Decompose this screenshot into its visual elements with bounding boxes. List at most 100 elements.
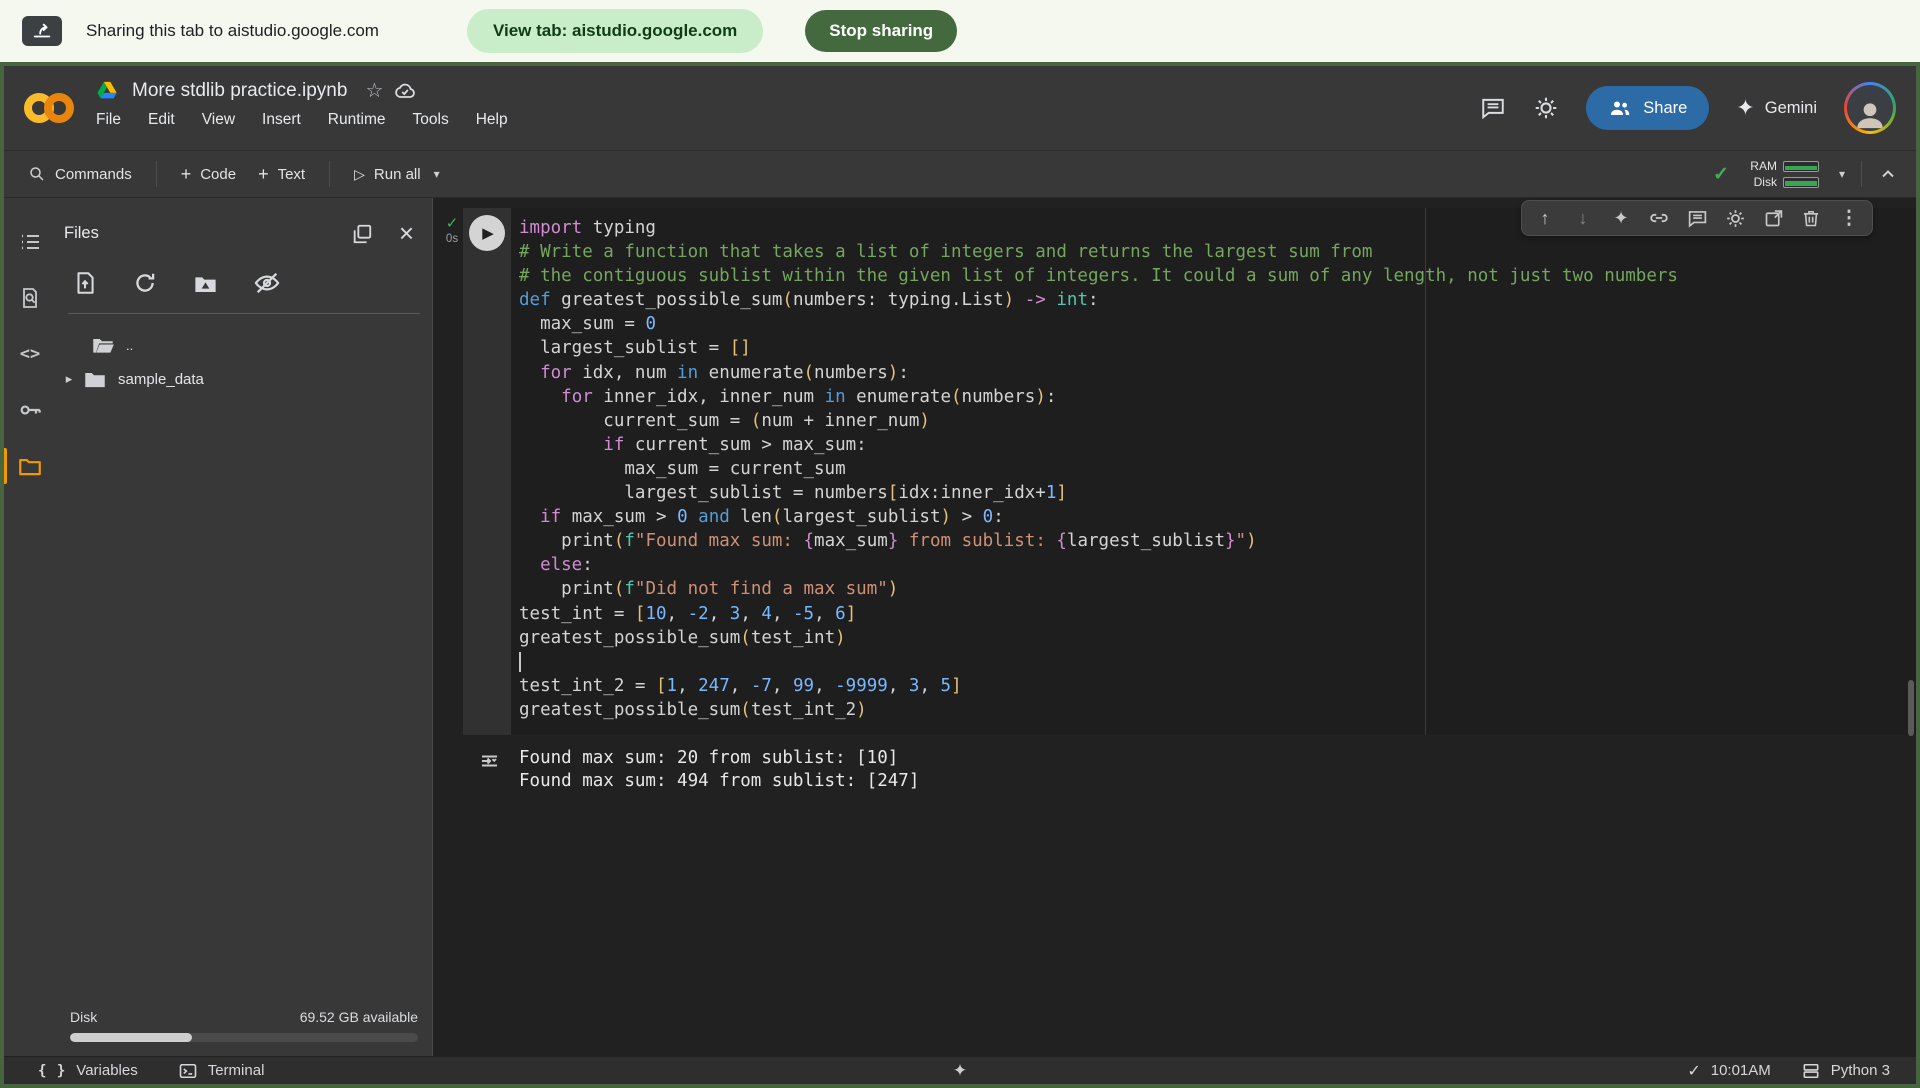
cell-gutter: ▶ [463,208,511,735]
files-folder-icon[interactable] [4,438,56,494]
find-replace-icon[interactable] [4,270,56,326]
tab-share-icon [22,16,62,46]
code-snippets-icon[interactable]: <> [4,326,56,382]
menu-bar: File Edit View Insert Runtime Tools Help [96,111,508,129]
ram-label: RAM [1745,159,1777,173]
file-tree-item-sample-data[interactable]: ▸ sample_data [56,362,432,396]
gemini-sparkle-icon: ✦ [1736,95,1754,121]
commands-button[interactable]: Commands [22,161,138,187]
terminal-icon [178,1061,198,1081]
code-cell: ✓ 0s ▶ import typing# Write a function t… [441,208,1916,735]
ram-usage-bar [1783,161,1819,172]
commands-label: Commands [55,166,132,183]
check-icon: ✓ [1687,1061,1700,1081]
run-cell-button[interactable]: ▶ [469,215,505,251]
menu-edit[interactable]: Edit [148,111,175,129]
menu-insert[interactable]: Insert [262,111,301,129]
runtime-icon [1801,1061,1821,1081]
notebook-area: ↑ ↓ ✦ ⋮ [433,198,1916,1056]
resources-indicator[interactable]: RAM Disk [1745,159,1819,189]
menu-tools[interactable]: Tools [413,111,449,129]
comments-icon[interactable] [1480,95,1506,121]
secrets-key-icon[interactable] [4,382,56,438]
settings-gear-icon[interactable] [1533,95,1559,121]
file-tree: .. ▸ sample_data [56,328,432,396]
collapse-header-icon[interactable] [1878,164,1898,184]
run-all-icon: ▷ [354,166,365,183]
menu-runtime[interactable]: Runtime [328,111,386,129]
close-panel-icon[interactable]: × [399,218,414,249]
menu-view[interactable]: View [202,111,235,129]
upload-file-icon[interactable] [72,270,98,296]
gemini-spark-bottom-icon[interactable]: ✦ [953,1061,967,1081]
mount-drive-icon[interactable] [192,270,219,297]
resources-caret-icon[interactable]: ▾ [1839,167,1845,181]
scrollbar-thumb[interactable] [1908,680,1914,736]
menu-help[interactable]: Help [476,111,508,129]
editor-ruler [1425,208,1426,735]
run-all-caret-icon[interactable]: ▾ [434,167,440,181]
star-icon[interactable]: ☆ [365,78,383,103]
add-text-button[interactable]: + Text [252,160,311,189]
notebook-toolbar: Commands + Code + Text ▷ Run all ▾ ✓ [4,150,1916,198]
people-icon [1608,96,1632,120]
code-editor[interactable]: import typing# Write a function that tak… [511,208,1916,735]
move-cell-down-icon[interactable]: ↓ [1566,203,1600,233]
plus-icon: + [258,164,269,185]
connected-check-icon: ✓ [1713,163,1729,186]
cell-output: Found max sum: 20 from sublist: [10]Foun… [433,747,1916,794]
menu-file[interactable]: File [96,111,121,129]
account-avatar[interactable] [1844,82,1896,134]
view-tab-button[interactable]: View tab: aistudio.google.com [467,9,763,53]
cell-success-check-icon: ✓ [441,214,463,232]
variables-label: Variables [76,1062,137,1079]
link-to-cell-icon[interactable] [1642,203,1676,233]
terminal-label: Terminal [208,1062,265,1079]
move-cell-up-icon[interactable]: ↑ [1528,203,1562,233]
gemini-button[interactable]: ✦ Gemini [1736,95,1817,121]
file-tree-item-parent[interactable]: .. [56,328,432,362]
table-of-contents-icon[interactable] [4,214,56,270]
colab-window: More stdlib practice.ipynb ☆ File Edit V… [0,62,1920,1088]
kernel-selector[interactable]: Python 3 [1801,1061,1890,1081]
cell-settings-gear-icon[interactable] [1718,203,1752,233]
search-icon [28,165,46,183]
tab-share-bar: Sharing this tab to aistudio.google.com … [0,0,1920,62]
kernel-label: Python 3 [1831,1062,1890,1079]
delete-cell-icon[interactable] [1794,203,1828,233]
execution-status: ✓ 0s [441,208,463,735]
run-all-button[interactable]: ▷ Run all ▾ [348,162,446,187]
code-lines: import typing# Write a function that tak… [519,216,1916,722]
toggle-hidden-files-icon[interactable] [253,269,281,297]
variables-button[interactable]: { } Variables [38,1062,138,1079]
share-button-label: Share [1643,99,1687,118]
left-icon-strip: <> [4,198,56,1056]
plus-icon: + [181,164,192,185]
add-code-button[interactable]: + Code [175,160,242,189]
header: More stdlib practice.ipynb ☆ File Edit V… [4,66,1916,150]
stop-sharing-button[interactable]: Stop sharing [805,10,957,52]
cell-more-menu-icon[interactable]: ⋮ [1832,203,1866,233]
open-panel-in-tab-icon[interactable] [351,223,373,245]
gemini-cell-icon[interactable]: ✦ [1604,203,1638,233]
add-comment-icon[interactable] [1680,203,1714,233]
notebook-title[interactable]: More stdlib practice.ipynb [132,80,347,102]
refresh-files-icon[interactable] [132,270,158,296]
expand-folder-icon[interactable]: ▸ [56,371,82,387]
share-button[interactable]: Share [1586,86,1709,130]
output-text: Found max sum: 20 from sublist: [10]Foun… [519,747,919,794]
cloud-saved-icon[interactable] [393,79,417,103]
mirror-cell-in-tab-icon[interactable] [1756,203,1790,233]
time-label: 10:01AM [1711,1062,1771,1079]
gemini-label: Gemini [1765,99,1817,118]
files-panel-title: Files [64,224,99,243]
file-tree-item-label: sample_data [118,371,204,388]
add-code-label: Code [200,166,236,183]
output-options-icon[interactable] [478,747,502,794]
colab-logo[interactable] [24,92,74,126]
file-tree-item-label: .. [126,338,133,353]
add-text-label: Text [278,166,306,183]
last-executed-time: ✓ 10:01AM [1687,1061,1770,1081]
terminal-button[interactable]: Terminal [178,1061,265,1081]
cell-toolbar: ↑ ↓ ✦ ⋮ [1521,200,1873,236]
